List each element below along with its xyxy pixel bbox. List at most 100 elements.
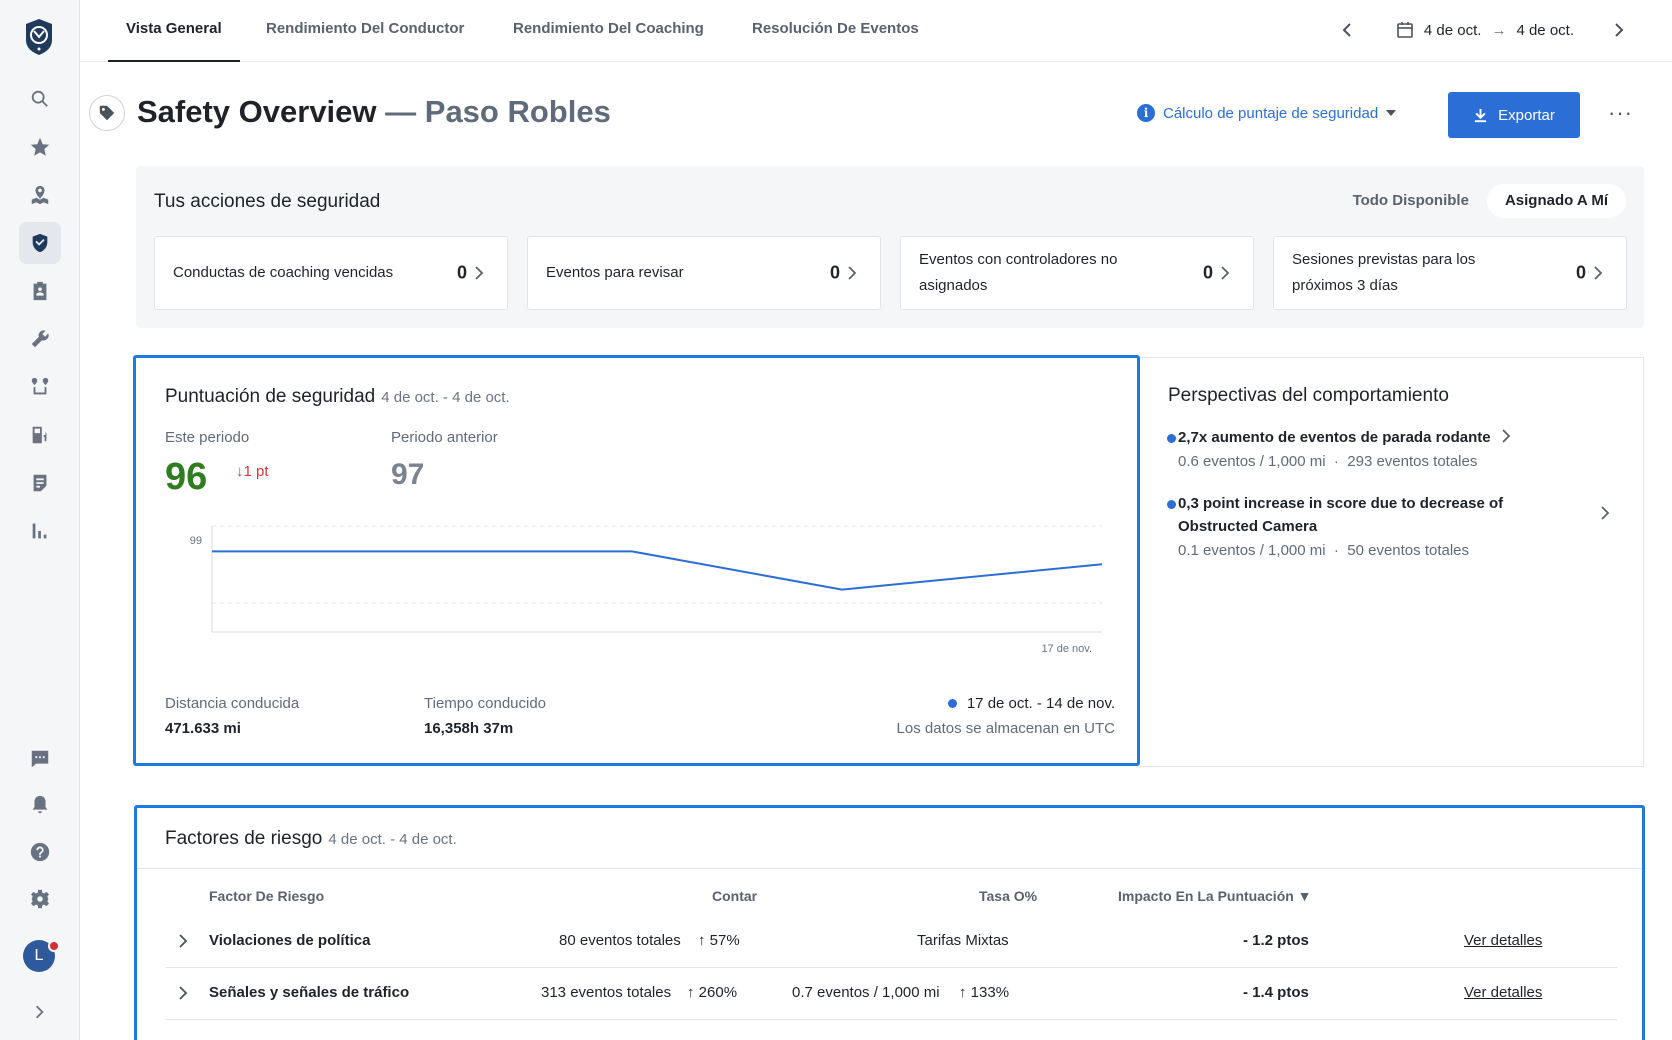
action-card-upcoming-sessions[interactable]: Sesiones previstas para los próximos 3 d… <box>1273 236 1627 310</box>
this-period-score: 96 <box>165 456 208 498</box>
insight-total: 293 eventos totales <box>1347 453 1478 470</box>
prev-period-label: Periodo anterior <box>391 429 498 446</box>
tab-resolucion-eventos[interactable]: Resolución De Eventos <box>752 0 919 62</box>
insight-stats: 0.1 eventos / 1,000 mi · 50 eventos tota… <box>1178 538 1598 564</box>
tab-rendimiento-conductor[interactable]: Rendimiento Del Conductor <box>266 0 464 62</box>
col-count[interactable]: Contar <box>712 888 757 904</box>
insight-headline: 0,3 point increase in score due to decre… <box>1178 495 1504 535</box>
expand-icon[interactable] <box>19 991 61 1033</box>
info-icon: i <box>1137 104 1155 122</box>
chevron-left-icon[interactable] <box>1338 20 1358 40</box>
action-card-label: Sesiones previstas para los próximos 3 d… <box>1292 251 1476 294</box>
chevron-right-icon <box>1501 427 1511 443</box>
risk-factors-card: Factores de riesgo 4 de oct. - 4 de oct. … <box>134 805 1645 1040</box>
col-rate[interactable]: Tasa O% <box>979 888 1037 904</box>
page-title-main: Safety Overview <box>137 94 377 129</box>
caret-down-icon <box>1386 110 1397 116</box>
tab-rendimiento-coaching[interactable]: Rendimiento Del Coaching <box>513 0 704 62</box>
search-icon[interactable] <box>19 78 61 120</box>
table-row[interactable]: Violaciones de política 80 eventos total… <box>165 916 1617 968</box>
action-card-count: 0 <box>829 262 840 283</box>
calendar-icon[interactable] <box>1396 21 1414 39</box>
notification-dot <box>48 940 60 952</box>
insight-item[interactable]: 2,7x aumento de eventos de parada rodant… <box>1167 426 1598 475</box>
bell-icon[interactable] <box>19 784 61 826</box>
score-delta: ↓1 pt <box>236 463 269 480</box>
date-end[interactable]: 4 de oct. <box>1516 22 1574 39</box>
action-card-unassigned-drivers[interactable]: Eventos con controladores no asignados 0 <box>900 236 1254 310</box>
help-icon[interactable] <box>19 831 61 873</box>
map-icon[interactable] <box>19 174 61 216</box>
action-card-count: 0 <box>1575 262 1586 283</box>
action-card-events-to-review[interactable]: Eventos para revisar 0 <box>527 236 881 310</box>
risk-count-change: ↑ 260% <box>687 984 737 1001</box>
filter-all-available[interactable]: Todo Disponible <box>1335 184 1487 218</box>
time-label: Tiempo conducido <box>424 695 547 712</box>
this-period-label: Este periodo <box>165 429 250 446</box>
view-details-link[interactable]: Ver detalles <box>1464 984 1542 1001</box>
route-icon[interactable] <box>19 366 61 408</box>
tab-vista-general[interactable]: Vista General <box>108 0 240 62</box>
tag-icon[interactable] <box>89 95 125 131</box>
table-row[interactable]: Señales y señales de tráfico 313 eventos… <box>165 968 1617 1020</box>
page-title: Safety Overview — Paso Robles <box>137 94 611 130</box>
score-line-chart: 99 17 de nov. <box>190 525 1103 655</box>
insight-stats: 0.6 eventos / 1,000 mi · 293 eventos tot… <box>1178 449 1598 475</box>
prev-period-score: 97 <box>391 458 425 491</box>
star-icon[interactable] <box>19 126 61 168</box>
clipboard-icon[interactable] <box>19 270 61 312</box>
chevron-right-icon <box>846 266 858 280</box>
actions-title: Tus acciones de seguridad <box>154 191 381 212</box>
date-start[interactable]: 4 de oct. <box>1424 22 1482 39</box>
risk-count-change: ↑ 57% <box>698 932 740 949</box>
risk-factor-name: Señales y señales de tráfico <box>209 984 410 1001</box>
insight-rate: 0.1 eventos / 1,000 mi <box>1178 542 1326 559</box>
chevron-right-icon <box>1219 266 1231 280</box>
risk-date-range: 4 de oct. - 4 de oct. <box>328 831 457 848</box>
download-icon <box>1475 108 1487 122</box>
document-icon[interactable] <box>19 462 61 504</box>
calc-link-label: Cálculo de puntaje de seguridad <box>1163 104 1379 122</box>
col-risk-factor[interactable]: Factor De Riesgo <box>209 888 324 904</box>
chevron-right-icon[interactable] <box>177 985 189 1001</box>
insight-item[interactable]: 0,3 point increase in score due to decre… <box>1167 492 1598 564</box>
safety-score-card: Puntuación de seguridad 4 de oct. - 4 de … <box>133 355 1140 766</box>
score-delta-value: 1 pt <box>243 463 269 480</box>
arrow-up-icon: ↑ <box>698 932 706 949</box>
filter-assigned-to-me[interactable]: Asignado A Mí <box>1486 184 1626 218</box>
export-label: Exportar <box>1498 106 1555 124</box>
safety-score-calc-dropdown[interactable]: i Cálculo de puntaje de seguridad <box>1137 104 1397 122</box>
fuel-icon[interactable] <box>19 414 61 456</box>
sidebar: L <box>0 0 80 1040</box>
actions-filter: Todo Disponible Asignado A Mí <box>1335 184 1626 218</box>
chart-x-tick-label: 17 de nov. <box>1041 643 1092 655</box>
insight-headline: 2,7x aumento de eventos de parada rodant… <box>1178 426 1598 449</box>
more-options-icon[interactable]: ··· <box>1608 100 1633 126</box>
view-details-link[interactable]: Ver detalles <box>1464 932 1542 949</box>
chevron-right-icon[interactable] <box>1608 20 1628 40</box>
chat-icon[interactable] <box>19 738 61 780</box>
chart-y-tick-label: 99 <box>190 535 202 547</box>
risk-header: Factores de riesgo 4 de oct. - 4 de oct. <box>137 808 1642 869</box>
col-score-impact[interactable]: Impacto En La Puntuación ▼ <box>1118 888 1312 904</box>
bar-chart-icon[interactable] <box>19 510 61 552</box>
brand-logo-icon[interactable] <box>24 18 54 56</box>
risk-count-change-value: 260% <box>698 984 738 1001</box>
chart-series-line <box>212 550 1103 591</box>
insight-headline-text: 2,7x aumento de eventos de parada rodant… <box>1178 429 1491 446</box>
export-button[interactable]: Exportar <box>1448 92 1580 138</box>
risk-count: 80 eventos totales <box>559 932 681 949</box>
chart-legend: 17 de oct. - 14 de nov. <box>947 695 1115 712</box>
action-card-overdue-coaching[interactable]: Conductas de coaching vencidas 0 <box>154 236 508 310</box>
arrow-up-icon: ↑ <box>959 984 967 1001</box>
shield-icon[interactable] <box>19 222 61 264</box>
arrow-down-icon: ↓ <box>236 463 244 480</box>
risk-rate: 0.7 eventos / 1,000 mi <box>792 984 940 1001</box>
separator-dot: · <box>1325 542 1348 559</box>
score-date-range: 4 de oct. - 4 de oct. <box>381 389 510 406</box>
wrench-icon[interactable] <box>19 318 61 360</box>
gear-icon[interactable] <box>19 878 61 920</box>
legend-dot <box>947 699 957 708</box>
chevron-right-icon[interactable] <box>177 933 189 949</box>
chevron-right-icon[interactable] <box>1600 506 1610 520</box>
